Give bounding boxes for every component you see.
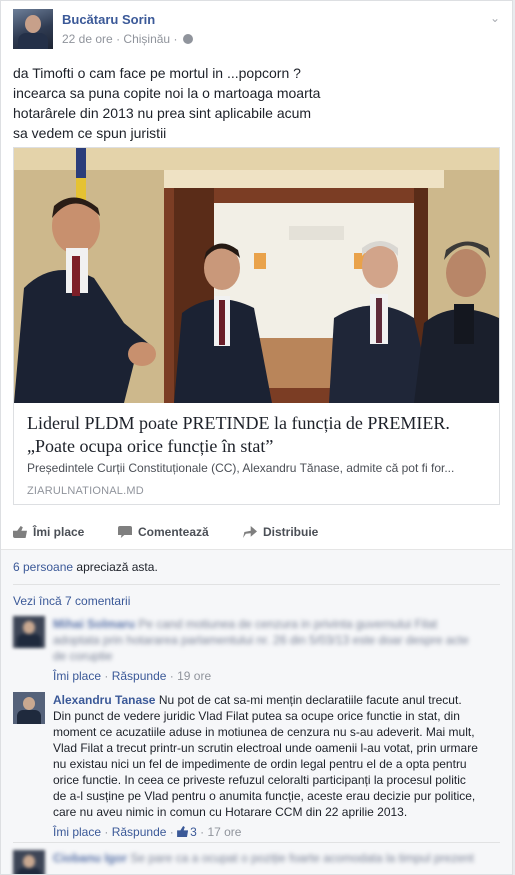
comment-line: de coruptie bbox=[53, 649, 113, 663]
comment-line: Se pare ca a ocupat o poziție foarte aco… bbox=[130, 851, 474, 865]
like-label: Îmi place bbox=[33, 525, 85, 539]
likers-link[interactable]: 6 persoane bbox=[13, 560, 73, 574]
feedback-section: 6 persoane apreciază asta. Vezi încă 7 c… bbox=[1, 549, 512, 874]
share-label: Distribuie bbox=[263, 525, 319, 539]
divider bbox=[13, 842, 500, 843]
comment-reply-link[interactable]: Răspunde bbox=[112, 669, 167, 683]
post-meta: 22 de ore · Chișinău · bbox=[62, 32, 193, 46]
comment-line: adoptata prin hotararea parlamentului nr… bbox=[53, 633, 469, 647]
comment-line: Vlad Filat a trecut printr-un scrutin el… bbox=[53, 741, 478, 755]
comment-item: Ciobanu Igor Se pare ca a ocupat o poziț… bbox=[13, 850, 500, 874]
author-avatar[interactable] bbox=[13, 9, 53, 49]
photo-illustration bbox=[14, 148, 499, 403]
comment-text-blurred: Mihai Solmaru Pe cand motiunea de cenzur… bbox=[53, 616, 500, 664]
link-description: Președintele Curții Constituționale (CC)… bbox=[27, 461, 455, 475]
comment-like-link[interactable]: Îmi place bbox=[53, 669, 101, 683]
globe-icon[interactable] bbox=[182, 34, 193, 44]
link-preview[interactable]: Liderul PLDM poate PRETINDE la funcția d… bbox=[13, 147, 500, 505]
post-text-line: da Timofti o cam face pe mortul in ...po… bbox=[13, 65, 301, 81]
likes-summary: 6 persoane apreciază asta. bbox=[13, 560, 158, 574]
comment-label: Comentează bbox=[138, 525, 209, 539]
comment-line: Din punct de vedere juridic Vlad Filat p… bbox=[53, 709, 460, 723]
comment-reply-link[interactable]: Răspunde bbox=[112, 825, 167, 839]
meta-separator-2: · bbox=[173, 32, 178, 46]
comment-line: de a-l susține pe Vlad pentru o anumita … bbox=[53, 789, 476, 803]
comment-item: Mihai Solmaru Pe cand motiunea de cenzur… bbox=[13, 616, 500, 686]
comment-line: orice functie. In ceea ce priveste refuz… bbox=[53, 773, 466, 787]
author-name[interactable]: Bucătaru Sorin bbox=[62, 12, 155, 27]
commenter-avatar[interactable] bbox=[13, 692, 45, 724]
comment-like-link[interactable]: Îmi place bbox=[53, 825, 101, 839]
post-location[interactable]: Chișinău bbox=[123, 32, 170, 46]
view-more-comments-link[interactable]: Vezi încă 7 comentarii bbox=[13, 594, 130, 608]
post-text-line: sa vedem ce spun juristii bbox=[13, 125, 167, 141]
post-card: Bucătaru Sorin 22 de ore · Chișinău · ⌄ … bbox=[0, 0, 513, 875]
post-time[interactable]: 22 de ore bbox=[62, 32, 113, 46]
divider bbox=[13, 584, 500, 585]
thumbs-up-icon bbox=[177, 826, 189, 837]
likes-suffix: apreciază asta. bbox=[76, 560, 158, 574]
comment-line: care nu aveu nimic in comun cu Hotarare … bbox=[53, 805, 408, 819]
comment-body: Ciobanu Igor Se pare ca a ocupat o poziț… bbox=[53, 850, 500, 866]
comment-line: Nu pot de cat sa-mi mențin declaratiile … bbox=[158, 693, 462, 707]
post-text: da Timofti o cam face pe mortul in ...po… bbox=[13, 63, 493, 143]
comment-body: Alexandru Tanase Nu pot de cat sa-mi men… bbox=[53, 692, 500, 840]
comment-line: nu existau nici un fel de impedimente de… bbox=[53, 757, 467, 771]
commenter-avatar[interactable] bbox=[13, 850, 45, 874]
comment-button[interactable]: Comentează bbox=[118, 525, 209, 539]
commenter-name[interactable]: Ciobanu Igor bbox=[53, 851, 127, 865]
commenter-name[interactable]: Mihai Solmaru bbox=[53, 617, 135, 631]
comment-line: moment ce acuzatiile aduse in motiunea d… bbox=[53, 725, 475, 739]
post-actions: Îmi place Comentează Distribuie bbox=[13, 521, 500, 547]
comment-line: Pe cand motiunea de cenzura in privinta … bbox=[138, 617, 438, 631]
link-domain: ZIARULNATIONAL.MD bbox=[27, 485, 144, 497]
link-title[interactable]: Liderul PLDM poate PRETINDE la funcția d… bbox=[27, 412, 487, 458]
comment-meta: Îmi place · Răspunde · 3 · 17 ore bbox=[53, 825, 242, 839]
link-photo[interactable] bbox=[14, 148, 499, 403]
post-header: Bucătaru Sorin 22 de ore · Chișinău · ⌄ bbox=[13, 9, 500, 51]
comment-body: Mihai Solmaru Pe cand motiunea de cenzur… bbox=[53, 616, 500, 684]
speech-bubble-icon bbox=[118, 526, 132, 538]
like-button[interactable]: Îmi place bbox=[13, 525, 84, 539]
commenter-name[interactable]: Alexandru Tanase bbox=[53, 693, 155, 707]
comment-time[interactable]: 19 ore bbox=[177, 669, 211, 683]
chevron-down-icon[interactable]: ⌄ bbox=[490, 11, 500, 25]
comment-meta: Îmi place · Răspunde · 19 ore bbox=[53, 669, 212, 683]
post-text-line: incearca sa puna copite noi la o martoag… bbox=[13, 85, 321, 101]
thumbs-up-icon bbox=[13, 526, 27, 538]
share-arrow-icon bbox=[243, 526, 257, 538]
comment-like-count[interactable]: 3 bbox=[190, 825, 197, 839]
comment-time[interactable]: 17 ore bbox=[207, 825, 241, 839]
meta-separator: · bbox=[116, 32, 121, 46]
post-text-line: hotarârele din 2013 nu prea sint aplicab… bbox=[13, 105, 312, 121]
comment-item: Alexandru Tanase Nu pot de cat sa-mi men… bbox=[13, 692, 500, 842]
share-button[interactable]: Distribuie bbox=[243, 525, 318, 539]
commenter-avatar[interactable] bbox=[13, 616, 45, 648]
